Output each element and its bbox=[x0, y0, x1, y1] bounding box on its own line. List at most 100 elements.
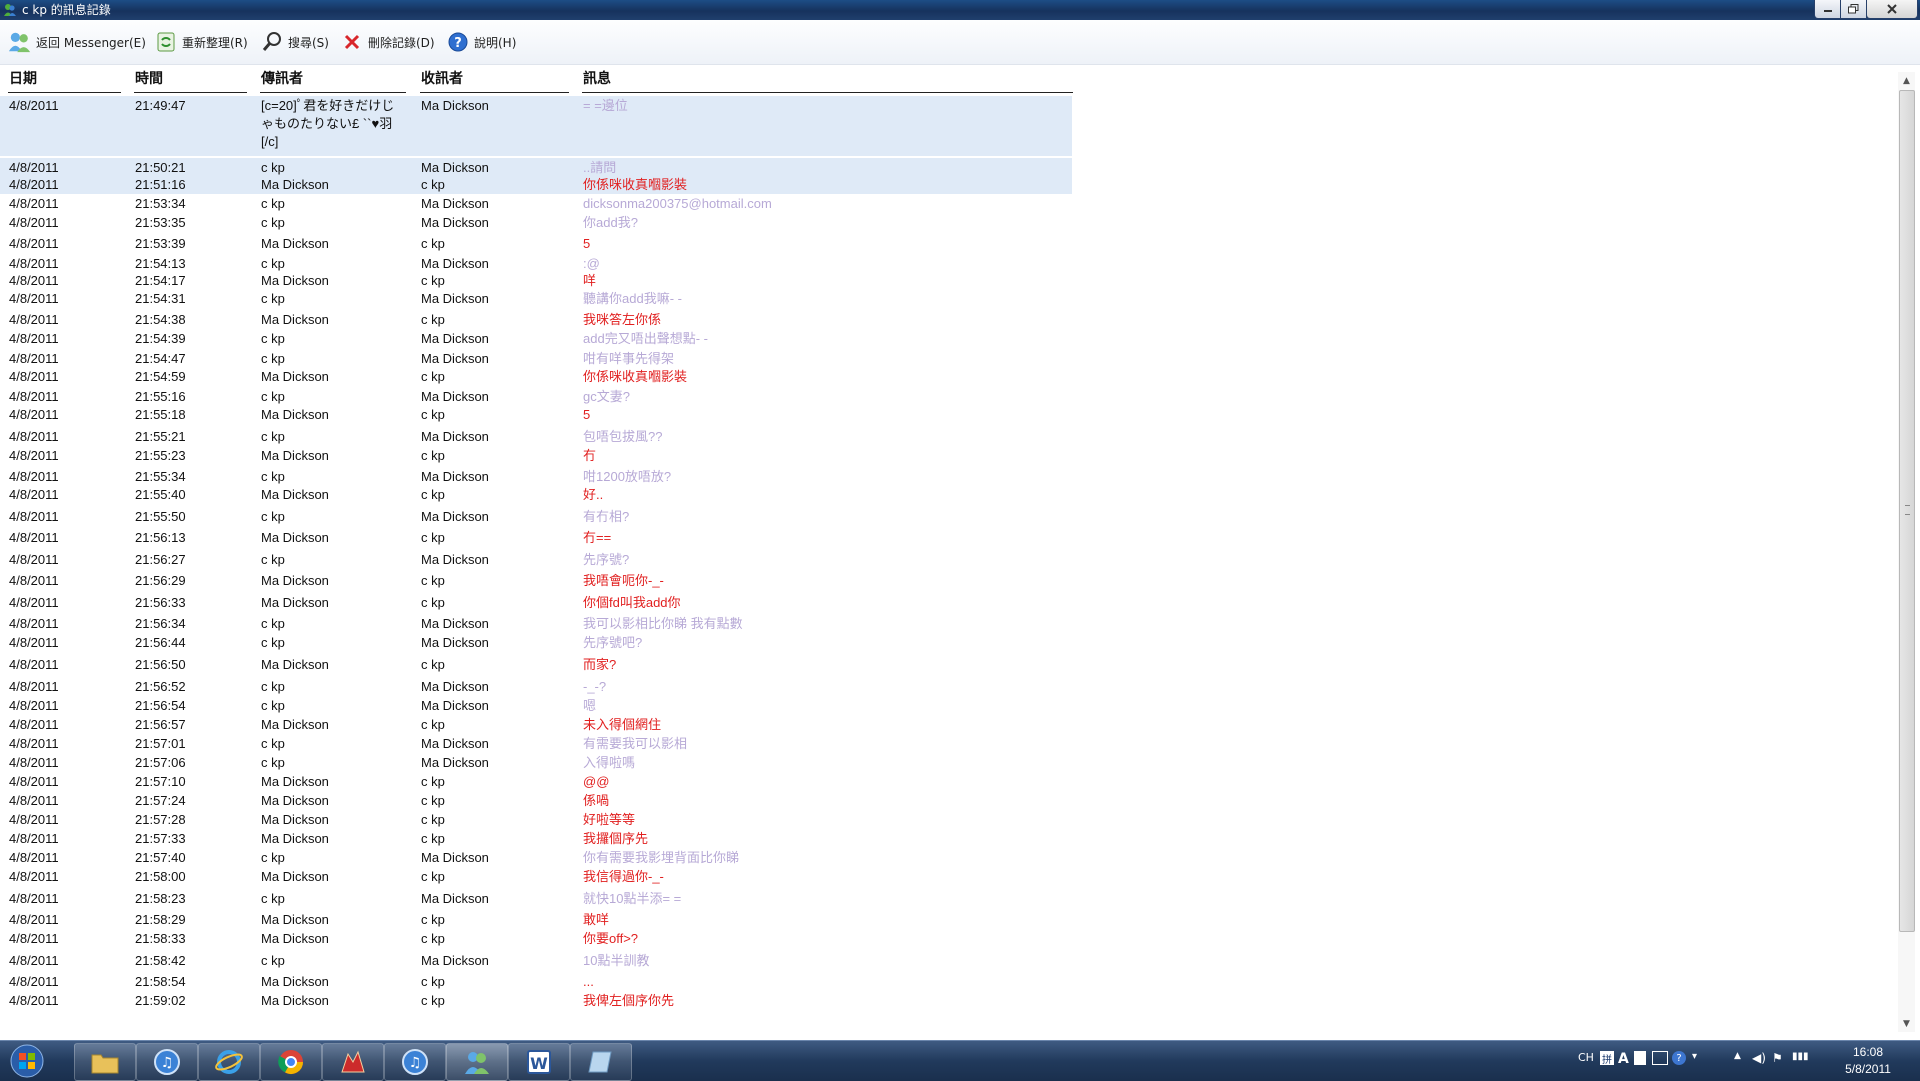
message-row[interactable]: 4/8/2011 21:56:27 c kp Ma Dickson 先序號? bbox=[0, 550, 1072, 571]
row-time: 21:59:02 bbox=[135, 993, 186, 1008]
row-message: 好啦等等 bbox=[583, 812, 636, 827]
message-row[interactable]: 4/8/2011 21:54:39 c kp Ma Dickson add完又唔出聲想點… bbox=[0, 329, 1072, 349]
message-row[interactable]: 4/8/2011 21:56:54 c kp Ma Dickson 嗯 bbox=[0, 696, 1072, 715]
message-row[interactable]: 4/8/2011 21:58:29 Ma Dickson c kp 敢咩 bbox=[0, 910, 1072, 929]
row-time: 21:57:10 bbox=[135, 774, 186, 789]
scroll-thumb[interactable] bbox=[1899, 90, 1915, 932]
delete-history-button[interactable]: 刪除記錄(D) bbox=[340, 29, 435, 55]
message-row[interactable]: 4/8/2011 21:57:01 c kp Ma Dickson 有需要我可以影相 bbox=[0, 734, 1072, 753]
message-row[interactable]: 4/8/2011 21:58:42 c kp Ma Dickson 10點半訓教 bbox=[0, 951, 1072, 972]
message-row[interactable]: 4/8/2011 21:53:34 c kp Ma Dickson dicksonma2… bbox=[0, 194, 1072, 213]
close-button[interactable] bbox=[1866, 0, 1918, 19]
message-row[interactable]: 4/8/2011 21:56:34 c kp Ma Dickson 我可以影相比你睇 我… bbox=[0, 614, 1072, 633]
message-row[interactable]: 4/8/2011 21:56:33 Ma Dickson c kp 你個fd叫我add你 bbox=[0, 593, 1072, 614]
message-row[interactable]: 4/8/2011 21:54:31 c kp Ma Dickson 聽講你add我嘛- … bbox=[0, 289, 1072, 310]
taskbar-messenger[interactable] bbox=[446, 1043, 508, 1081]
message-row[interactable]: 4/8/2011 21:55:34 c kp Ma Dickson 咁1200放唔放? bbox=[0, 467, 1072, 485]
options-icon[interactable]: ▾ bbox=[1692, 1051, 1697, 1062]
message-row[interactable]: 4/8/2011 21:49:47 [c=20]ﾟ君を好きだけじゃものたりない£ `… bbox=[0, 96, 1072, 156]
refresh-button[interactable]: 重新整理(R) bbox=[154, 29, 248, 55]
message-row[interactable]: 4/8/2011 21:56:44 c kp Ma Dickson 先序號吧? bbox=[0, 633, 1072, 655]
header-message[interactable]: 訊息 bbox=[582, 70, 1073, 93]
header-date[interactable]: 日期 bbox=[8, 70, 121, 93]
message-row[interactable]: 4/8/2011 21:57:10 Ma Dickson c kp @@ bbox=[0, 772, 1072, 791]
taskbar-red-app[interactable] bbox=[322, 1043, 384, 1081]
message-row[interactable]: 4/8/2011 21:54:13 c kp Ma Dickson:@ bbox=[0, 254, 1072, 271]
action-center-flag-icon[interactable]: ⚑ bbox=[1772, 1051, 1783, 1065]
start-button[interactable] bbox=[4, 1043, 50, 1079]
header-sender[interactable]: 傳訊者 bbox=[260, 70, 406, 93]
header-recipient[interactable]: 收訊者 bbox=[420, 70, 569, 93]
scroll-up-icon[interactable]: ▲ bbox=[1898, 72, 1915, 89]
taskbar-ie[interactable] bbox=[198, 1043, 260, 1081]
message-row[interactable]: 4/8/2011 21:56:50 Ma Dickson c kp 而家? bbox=[0, 655, 1072, 677]
row-date: 4/8/2011 bbox=[9, 755, 59, 770]
message-row[interactable]: 4/8/2011 21:57:24 Ma Dickson c kp 係喎 bbox=[0, 791, 1072, 810]
clock[interactable]: 16:08 5/8/2011 bbox=[1830, 1044, 1906, 1078]
message-row[interactable]: 4/8/2011 21:55:23 Ma Dickson c kp 冇 bbox=[0, 446, 1072, 467]
help-button[interactable]: ? 說明(H) bbox=[446, 29, 516, 55]
message-row[interactable]: 4/8/2011 21:58:00 Ma Dickson c kp 我信得過你-_- bbox=[0, 867, 1072, 889]
search-label: 搜尋(S) bbox=[288, 35, 329, 50]
message-row[interactable]: 4/8/2011 21:54:38 Ma Dickson c kp 我咪答左你係 bbox=[0, 310, 1072, 329]
message-row[interactable]: 4/8/2011 21:56:29 Ma Dickson c kp 我唔會呃你-_- bbox=[0, 571, 1072, 593]
message-row[interactable]: 4/8/2011 21:55:40 Ma Dickson c kp 好.. bbox=[0, 485, 1072, 507]
message-row[interactable]: 4/8/2011 21:57:33 Ma Dickson c kp 我攞個序先 bbox=[0, 829, 1072, 848]
message-row[interactable]: 4/8/2011 21:54:17 Ma Dickson c kp 咩 bbox=[0, 271, 1072, 289]
row-time: 21:56:57 bbox=[135, 717, 186, 732]
search-button[interactable]: 搜尋(S) bbox=[260, 29, 329, 55]
message-row[interactable]: 4/8/2011 21:55:18 Ma Dickson c kp 5 bbox=[0, 405, 1072, 427]
network-icon[interactable]: ▮▮▮ bbox=[1792, 1051, 1809, 1062]
taskbar-explorer[interactable] bbox=[74, 1043, 136, 1081]
message-row[interactable]: 4/8/2011 21:58:54 Ma Dickson c kp... bbox=[0, 972, 1072, 991]
scroll-down-icon[interactable]: ▼ bbox=[1898, 1015, 1915, 1032]
taskbar-notepad[interactable] bbox=[570, 1043, 632, 1081]
message-row[interactable]: 4/8/2011 21:55:50 c kp Ma Dickson 有冇相? bbox=[0, 507, 1072, 528]
half-width-icon[interactable] bbox=[1634, 1051, 1646, 1065]
message-row[interactable]: 4/8/2011 21:55:21 c kp Ma Dickson 包唔包拔風?? bbox=[0, 427, 1072, 446]
message-row[interactable]: 4/8/2011 21:56:57 Ma Dickson c kp 未入得個網住 bbox=[0, 715, 1072, 734]
taskbar-chrome[interactable] bbox=[260, 1043, 322, 1081]
message-row[interactable]: 4/8/2011 21:51:16 Ma Dickson c kp 你係咪收真嗰影裝 bbox=[0, 175, 1072, 194]
row-date: 4/8/2011 bbox=[9, 530, 59, 545]
help-tray-icon[interactable]: ? bbox=[1672, 1051, 1686, 1065]
message-row[interactable]: 4/8/2011 21:53:39 Ma Dickson c kp 5 bbox=[0, 234, 1072, 254]
maximize-button[interactable] bbox=[1840, 0, 1867, 19]
taskbar-itunes[interactable]: ♫ bbox=[136, 1043, 198, 1081]
row-recipient: Ma Dickson bbox=[421, 891, 489, 906]
message-row[interactable]: 4/8/2011 21:53:35 c kp Ma Dickson 你add我? bbox=[0, 213, 1072, 234]
vertical-scrollbar[interactable]: ▲ ▼ bbox=[1898, 72, 1915, 1032]
message-row[interactable]: 4/8/2011 21:55:16 c kp Ma Dickson gc文妻? bbox=[0, 387, 1072, 405]
volume-icon[interactable]: ◀) bbox=[1752, 1051, 1766, 1065]
message-row[interactable]: 4/8/2011 21:54:47 c kp Ma Dickson 咁有咩事先得架 bbox=[0, 349, 1072, 367]
message-row[interactable]: 4/8/2011 21:59:02 Ma Dickson c kp 我俾左個序你先 bbox=[0, 991, 1072, 1010]
row-time: 21:58:54 bbox=[135, 974, 186, 989]
taskbar-itunes-2[interactable]: ♫ bbox=[384, 1043, 446, 1081]
show-hidden-icons[interactable]: ▲ bbox=[1734, 1051, 1741, 1061]
language-indicator[interactable]: CH bbox=[1578, 1051, 1594, 1064]
message-row[interactable]: 4/8/2011 21:50:21 c kp Ma Dickson ..請問 bbox=[0, 158, 1072, 175]
message-row[interactable]: 4/8/2011 21:56:52 c kp Ma Dickson -_-? bbox=[0, 677, 1072, 696]
input-method-icon[interactable]: 拼 bbox=[1600, 1051, 1614, 1066]
row-time: 21:49:47 bbox=[135, 98, 186, 113]
minimize-button[interactable] bbox=[1814, 0, 1841, 19]
font-mode-icon[interactable]: A bbox=[1618, 1051, 1629, 1067]
back-to-messenger-button[interactable]: 返回 Messenger(E) bbox=[8, 29, 146, 55]
message-row[interactable]: 4/8/2011 21:57:40 c kp Ma Dickson 你有需要我影埋背面比… bbox=[0, 848, 1072, 867]
message-row[interactable]: 4/8/2011 21:56:13 Ma Dickson c kp 冇== bbox=[0, 528, 1072, 550]
row-message: 先序號? bbox=[583, 552, 630, 567]
taskbar-word[interactable]: W bbox=[508, 1043, 570, 1081]
row-recipient: Ma Dickson bbox=[421, 291, 489, 306]
clock-time: 16:08 bbox=[1852, 1045, 1884, 1059]
message-row[interactable]: 4/8/2011 21:54:59 Ma Dickson c kp 你係咪收真嗰影裝 bbox=[0, 367, 1072, 387]
message-row[interactable]: 4/8/2011 21:57:28 Ma Dickson c kp 好啦等等 bbox=[0, 810, 1072, 829]
row-time: 21:56:52 bbox=[135, 679, 186, 694]
row-date: 4/8/2011 bbox=[9, 891, 59, 906]
keyboard-icon[interactable] bbox=[1652, 1051, 1668, 1065]
header-time[interactable]: 時間 bbox=[134, 70, 247, 93]
delete-label: 刪除記錄(D) bbox=[368, 35, 435, 50]
message-row[interactable]: 4/8/2011 21:58:23 c kp Ma Dickson 就快10點半添= = bbox=[0, 889, 1072, 910]
row-message: 你係咪收真嗰影裝 bbox=[583, 177, 688, 192]
message-row[interactable]: 4/8/2011 21:58:33 Ma Dickson c kp 你要off>? bbox=[0, 929, 1072, 951]
message-row[interactable]: 4/8/2011 21:57:06 c kp Ma Dickson 入得啦嗎 bbox=[0, 753, 1072, 772]
